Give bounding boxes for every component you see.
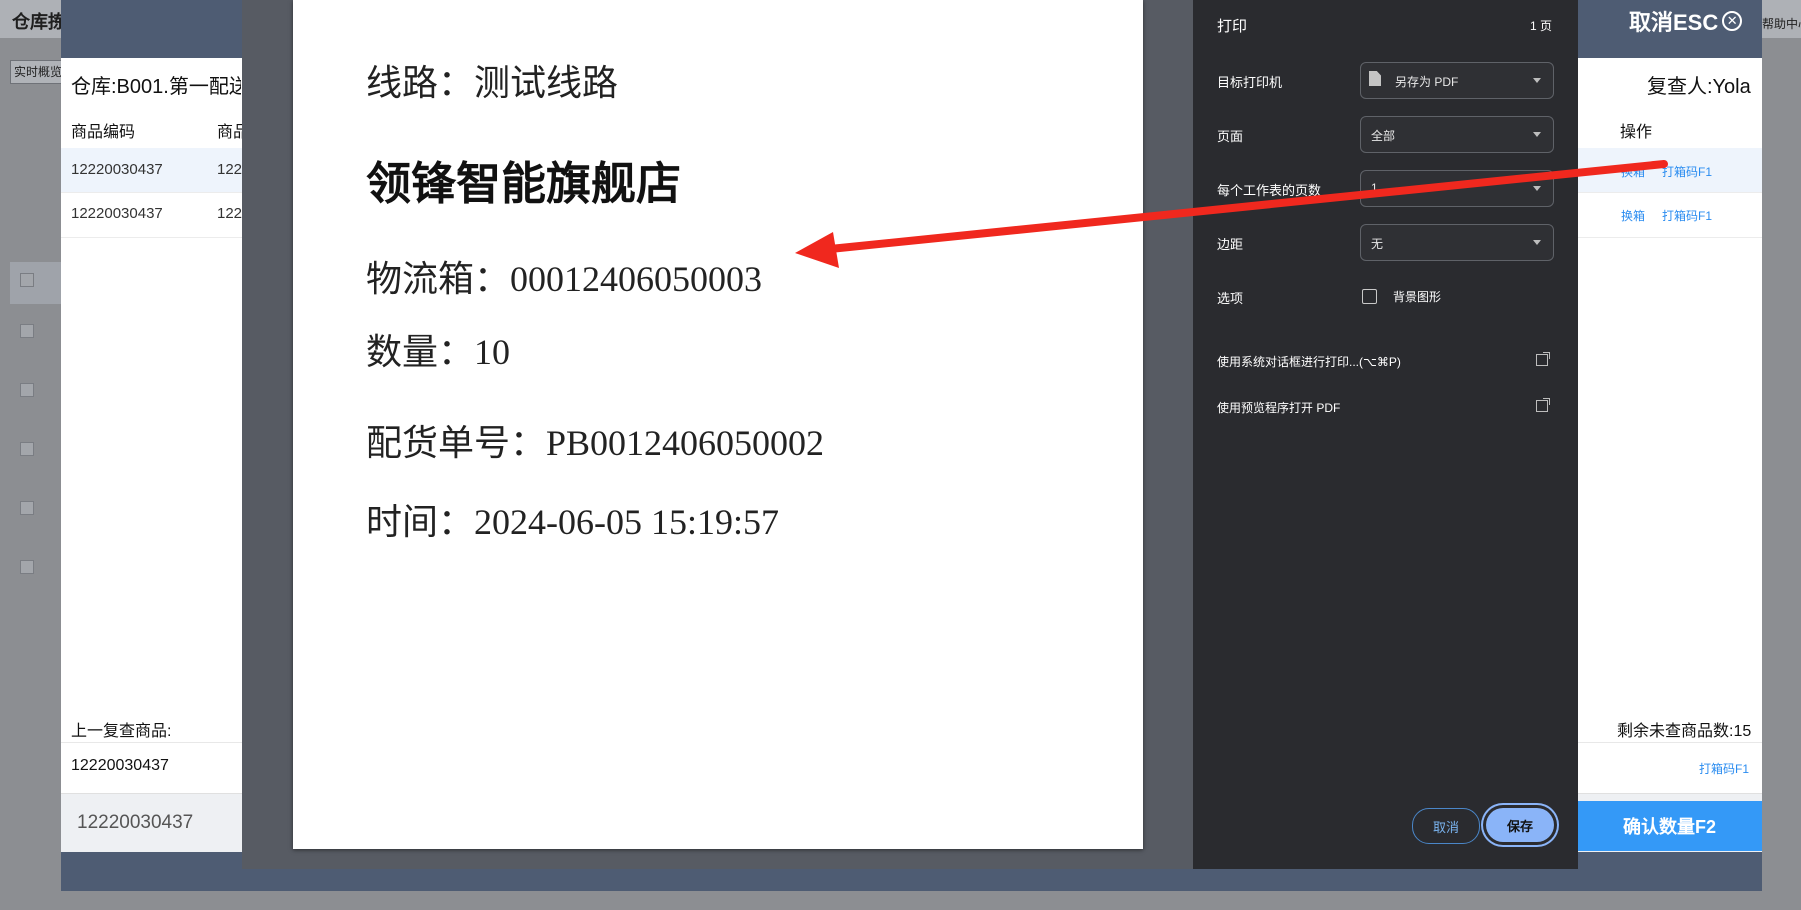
help-center-link[interactable]: 帮助中心: [1762, 15, 1801, 32]
warehouse-label: 仓库:B001.第一配送: [71, 76, 241, 98]
print-box-code-link[interactable]: 打箱码F1: [1699, 760, 1749, 777]
pages-per-sheet-select[interactable]: 1: [1360, 170, 1554, 207]
preview-quantity: 数量：10: [366, 332, 511, 372]
pages-per-sheet-value: 1: [1371, 181, 1378, 195]
background-checkbox[interactable]: [20, 442, 34, 456]
background-checkbox[interactable]: [20, 383, 34, 397]
file-icon: [1369, 71, 1381, 86]
change-box-link[interactable]: 换箱: [1621, 163, 1645, 180]
previous-item-label: 上一复查商品:: [71, 723, 172, 740]
external-link-icon[interactable]: [1536, 352, 1550, 366]
background-graphics-label: 背景图形: [1393, 290, 1442, 304]
external-link-icon[interactable]: [1536, 398, 1550, 412]
column-header-action: 操作: [1620, 124, 1653, 141]
chevron-down-icon: [1533, 186, 1541, 191]
open-pdf-link[interactable]: 使用预览程序打开 PDF: [1217, 399, 1340, 416]
preview-store-name: 领锋智能旗舰店: [366, 157, 682, 210]
chevron-down-icon: [1533, 240, 1541, 245]
print-box-code-link[interactable]: 打箱码F1: [1662, 163, 1712, 180]
previous-item-code: 12220030437: [71, 757, 169, 774]
preview-box-number: 物流箱：00012406050003: [366, 259, 763, 299]
print-cancel-button[interactable]: 取消: [1412, 808, 1480, 844]
margins-select[interactable]: 无: [1360, 224, 1554, 261]
margins-value: 无: [1371, 237, 1384, 251]
chevron-down-icon: [1533, 132, 1541, 137]
print-save-button[interactable]: 保存: [1486, 808, 1554, 842]
printer-value: 另存为 PDF: [1395, 75, 1459, 89]
print-title: 打印: [1217, 18, 1248, 35]
options-label: 选项: [1217, 291, 1244, 306]
background-app-title: 仓库拣: [12, 12, 66, 32]
pages-label: 页面: [1217, 129, 1244, 144]
change-box-link[interactable]: 换箱: [1621, 207, 1645, 224]
background-checkbox[interactable]: [20, 324, 34, 338]
background-row-highlight: [10, 262, 65, 304]
close-circle-icon: ✕: [1722, 11, 1743, 31]
background-checkbox[interactable]: [20, 273, 34, 287]
page-count: 1 页: [1530, 19, 1553, 33]
remaining-count: 剩余未查商品数:15: [1617, 723, 1752, 740]
cancel-esc-label: 取消ESC: [1629, 10, 1719, 35]
row-name: 122: [217, 161, 243, 178]
preview-order-number: 配货单号：PB0012406050002: [366, 423, 825, 463]
margins-label: 边距: [1217, 237, 1244, 252]
chevron-down-icon: [1533, 78, 1541, 83]
row-code: 12220030437: [71, 161, 163, 178]
pages-value: 全部: [1371, 129, 1396, 143]
preview-time: 时间：2024-06-05 15:19:57: [366, 502, 779, 542]
background-checkbox[interactable]: [20, 560, 34, 574]
row-name: 122: [217, 205, 243, 222]
background-checkbox[interactable]: [20, 501, 34, 515]
cancel-esc-button[interactable]: 取消ESC ✕: [1629, 6, 1743, 36]
reviewer-label: 复查人:Yola: [1647, 76, 1751, 98]
print-box-code-link[interactable]: 打箱码F1: [1662, 207, 1712, 224]
confirm-quantity-button[interactable]: 确认数量F2: [1577, 801, 1762, 851]
tab-realtime-overview[interactable]: 实时概览: [10, 60, 66, 84]
printer-select[interactable]: 另存为 PDF: [1360, 62, 1554, 99]
row-code: 12220030437: [71, 205, 163, 222]
preview-route: 线路：测试线路: [366, 63, 619, 103]
background-graphics-checkbox[interactable]: [1362, 289, 1377, 304]
column-header-code: 商品编码: [71, 124, 136, 141]
system-dialog-link[interactable]: 使用系统对话框进行打印...(⌥⌘P): [1217, 353, 1401, 370]
printer-label: 目标打印机: [1217, 75, 1283, 90]
pages-select[interactable]: 全部: [1360, 116, 1554, 153]
pages-per-sheet-label: 每个工作表的页数: [1217, 183, 1322, 198]
